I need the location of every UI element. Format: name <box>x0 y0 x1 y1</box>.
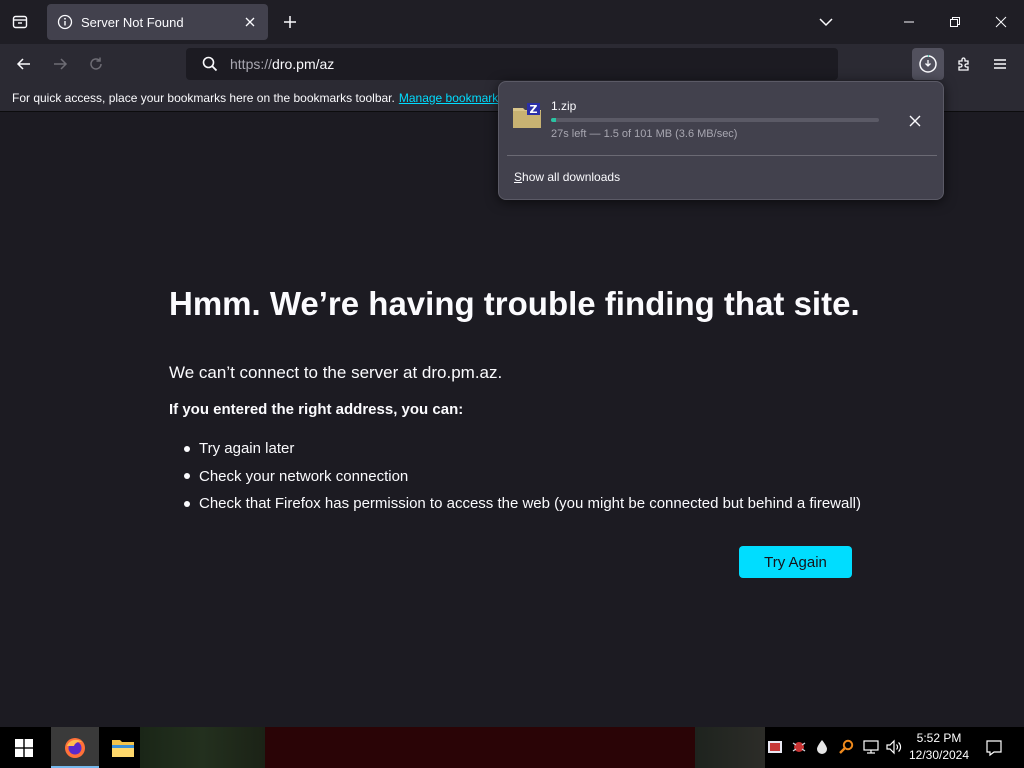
suggestion-text: Try again later <box>199 440 295 458</box>
navigation-toolbar: https://dro.pm/az <box>0 44 1024 84</box>
restore-button[interactable] <box>932 0 978 44</box>
bullet-icon <box>184 445 190 452</box>
download-progress-icon <box>919 55 937 73</box>
tray-network[interactable] <box>862 737 880 757</box>
tray-app-icon[interactable] <box>766 737 784 757</box>
bullet-icon <box>184 473 190 480</box>
minimize-icon <box>904 21 914 23</box>
close-icon <box>995 16 1007 28</box>
tray-network-tool[interactable] <box>790 737 808 757</box>
firefox-view-icon <box>12 15 28 29</box>
suggestion-list: Try again later Check your network conne… <box>184 435 861 518</box>
menu-button[interactable] <box>984 48 1016 80</box>
clock-date: 12/30/2024 <box>908 748 970 762</box>
zip-file-icon: Z <box>513 103 541 128</box>
search-icon <box>202 56 218 72</box>
taskbar-file-explorer[interactable] <box>99 727 147 768</box>
new-tab-button[interactable] <box>274 6 306 38</box>
close-window-button[interactable] <box>978 0 1024 44</box>
separator <box>507 155 937 156</box>
downloads-button[interactable] <box>912 48 944 80</box>
reload-icon <box>90 57 102 70</box>
url-bar[interactable]: https://dro.pm/az <box>186 48 838 80</box>
minimize-button[interactable] <box>886 0 932 44</box>
show-all-label: how all downloads <box>522 170 621 184</box>
bug-icon <box>792 742 806 752</box>
suggestion-text: Check that Firefox has permission to acc… <box>199 495 862 513</box>
suggestion-text: Check your network connection <box>199 467 409 485</box>
firefox-icon <box>65 737 85 758</box>
try-again-button[interactable]: Try Again <box>739 546 852 578</box>
list-item: Check your network connection <box>184 463 861 491</box>
tab-strip: Server Not Found <box>0 0 1024 44</box>
reload-button[interactable] <box>80 48 112 80</box>
notification-icon <box>986 739 1002 756</box>
tray-volume[interactable] <box>885 737 903 757</box>
bullet-icon <box>184 500 190 507</box>
magnifier-icon <box>839 739 854 754</box>
puzzle-icon <box>958 57 969 71</box>
plus-icon <box>284 16 296 28</box>
desktop-background <box>140 727 265 768</box>
list-all-tabs-button[interactable] <box>810 6 842 38</box>
taskbar-firefox[interactable] <box>51 727 99 768</box>
access-key: S <box>514 170 523 184</box>
desktop-background <box>265 727 695 768</box>
bookmarks-message: For quick access, place your bookmarks h… <box>12 90 395 105</box>
cancel-download-button[interactable] <box>903 109 927 133</box>
list-item: Check that Firefox has permission to acc… <box>184 490 861 518</box>
folder-icon <box>112 739 134 757</box>
taskbar-clock[interactable]: 5:52 PM 12/30/2024 <box>906 730 972 764</box>
close-icon <box>245 17 255 27</box>
chevron-down-icon <box>819 18 833 27</box>
tab-title: Server Not Found <box>81 14 184 30</box>
action-center-button[interactable] <box>970 727 1018 768</box>
tab-close-button[interactable] <box>238 10 262 34</box>
arrow-left-icon <box>16 58 30 70</box>
forward-button[interactable] <box>44 48 76 80</box>
download-progress-bar <box>551 118 879 122</box>
download-item[interactable]: Z 1.zip 27s left — 1.5 of 101 MB (3.6 MB… <box>507 90 937 150</box>
url-text: https://dro.pm/az <box>230 56 334 72</box>
network-icon <box>863 740 879 754</box>
app-icon <box>768 741 782 753</box>
info-icon <box>57 14 73 30</box>
back-button[interactable] <box>8 48 40 80</box>
clock-time: 5:52 PM <box>916 731 962 745</box>
manage-bookmarks-link[interactable]: Manage bookmarks <box>399 91 504 105</box>
firefox-view-button[interactable] <box>4 6 36 38</box>
download-file-name: 1.zip <box>551 99 577 113</box>
list-item: Try again later <box>184 435 861 463</box>
tray-drop-app[interactable] <box>813 737 831 757</box>
error-page: Hmm. We’re having trouble finding that s… <box>0 113 1024 727</box>
url-host: dro.pm/az <box>272 56 335 72</box>
tab-server-not-found[interactable]: Server Not Found <box>47 4 268 40</box>
page-title: Hmm. We’re having trouble finding that s… <box>169 285 860 322</box>
arrow-right-icon <box>54 58 68 70</box>
error-description: We can’t connect to the server at dro.pm… <box>169 363 503 382</box>
extensions-button[interactable] <box>948 48 980 80</box>
restore-icon <box>950 17 960 27</box>
downloads-panel: Z 1.zip 27s left — 1.5 of 101 MB (3.6 MB… <box>498 81 944 200</box>
show-all-downloads-button[interactable]: Show all downloads <box>514 170 620 184</box>
error-subtitle: If you entered the right address, you ca… <box>169 401 464 418</box>
hamburger-icon <box>994 59 1006 69</box>
download-progress-fill <box>551 118 556 122</box>
droplet-icon <box>817 740 827 754</box>
tray-search-app[interactable] <box>837 737 855 757</box>
taskbar: 5:52 PM 12/30/2024 <box>0 727 1024 768</box>
speaker-icon <box>886 739 902 755</box>
desktop-background <box>695 727 765 768</box>
start-button[interactable] <box>0 727 48 768</box>
close-icon <box>909 115 921 127</box>
windows-icon <box>15 738 33 757</box>
svg-text:Z: Z <box>530 103 538 116</box>
download-status: 27s left — 1.5 of 101 MB (3.6 MB/sec) <box>551 128 738 140</box>
url-scheme: https:// <box>230 56 273 72</box>
